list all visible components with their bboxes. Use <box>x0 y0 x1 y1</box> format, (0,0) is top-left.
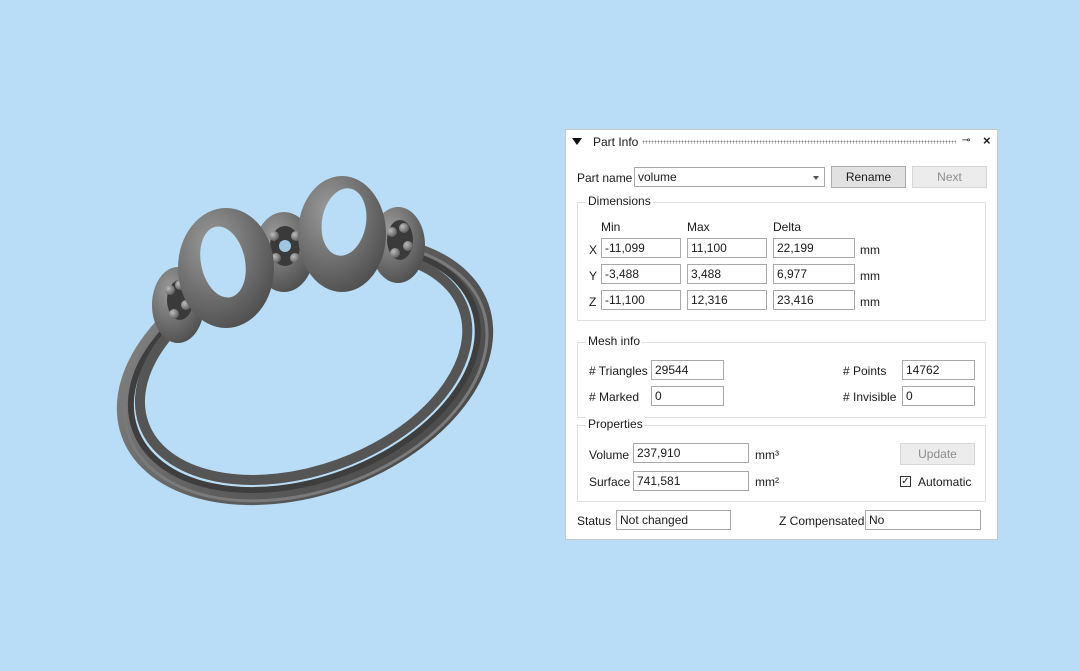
mesh-info-title: Mesh info <box>586 334 643 348</box>
y-unit-label: mm <box>860 269 880 283</box>
surface-unit: mm² <box>755 475 779 489</box>
marked-field[interactable]: 0 <box>651 386 724 406</box>
dimensions-title: Dimensions <box>586 194 653 208</box>
dim-header-max: Max <box>687 220 710 234</box>
part-info-panel: Part Info ⊸ × Part name volume Rename Ne… <box>565 129 998 540</box>
z-max-field[interactable]: 12,316 <box>687 290 767 310</box>
volume-unit: mm³ <box>755 448 779 462</box>
part-name-select[interactable]: volume <box>634 167 825 187</box>
automatic-checkbox[interactable]: ✓ <box>900 476 911 487</box>
mesh-info-group: Mesh info <box>577 334 986 418</box>
x-min-field[interactable]: -11,099 <box>601 238 681 258</box>
part-name-value: volume <box>638 170 677 184</box>
dim-axis-x: X <box>589 243 598 257</box>
volume-label: Volume <box>589 448 630 462</box>
panel-title: Part Info <box>593 135 639 149</box>
z-delta-field[interactable]: 23,416 <box>773 290 855 310</box>
collapse-triangle-icon[interactable] <box>572 138 582 145</box>
y-max-field[interactable]: 3,488 <box>687 264 767 284</box>
dim-header-delta: Delta <box>773 220 802 234</box>
close-icon[interactable]: × <box>983 133 991 148</box>
drag-grip[interactable] <box>642 140 956 144</box>
automatic-label: Automatic <box>918 475 972 489</box>
invisible-field[interactable]: 0 <box>902 386 975 406</box>
update-button[interactable]: Update <box>900 443 975 465</box>
surface-field[interactable]: 741,581 <box>633 471 749 491</box>
marked-label: # Marked <box>589 390 640 404</box>
points-label: # Points <box>843 364 887 378</box>
y-min-field[interactable]: -3,488 <box>601 264 681 284</box>
dim-header-min: Min <box>601 220 621 234</box>
y-delta-field[interactable]: 6,977 <box>773 264 855 284</box>
x-delta-field[interactable]: 22,199 <box>773 238 855 258</box>
panel-titlebar[interactable]: Part Info ⊸ × <box>566 130 997 154</box>
dim-axis-z: Z <box>589 295 597 309</box>
rename-button[interactable]: Rename <box>831 166 906 188</box>
dim-axis-y: Y <box>589 269 598 283</box>
volume-field[interactable]: 237,910 <box>633 443 749 463</box>
triangles-field[interactable]: 29544 <box>651 360 724 380</box>
chevron-down-icon <box>813 176 819 180</box>
surface-label: Surface <box>589 475 631 489</box>
status-field[interactable]: Not changed <box>616 510 731 530</box>
z-unit-label: mm <box>860 295 880 309</box>
3d-viewport[interactable] <box>0 0 560 671</box>
status-label: Status <box>577 514 612 528</box>
properties-title: Properties <box>586 417 645 431</box>
part-name-label: Part name <box>577 171 633 185</box>
pin-icon[interactable]: ⊸ <box>962 135 970 146</box>
z-compensated-label: Z Compensated <box>779 514 865 528</box>
next-button[interactable]: Next <box>912 166 987 188</box>
z-compensated-field[interactable]: No <box>865 510 981 530</box>
x-max-field[interactable]: 11,100 <box>687 238 767 258</box>
z-min-field[interactable]: -11,100 <box>601 290 681 310</box>
x-unit-label: mm <box>860 243 880 257</box>
points-field[interactable]: 14762 <box>902 360 975 380</box>
triangles-label: # Triangles <box>589 364 648 378</box>
ring-model <box>116 176 494 506</box>
invisible-label: # Invisible <box>843 390 897 404</box>
